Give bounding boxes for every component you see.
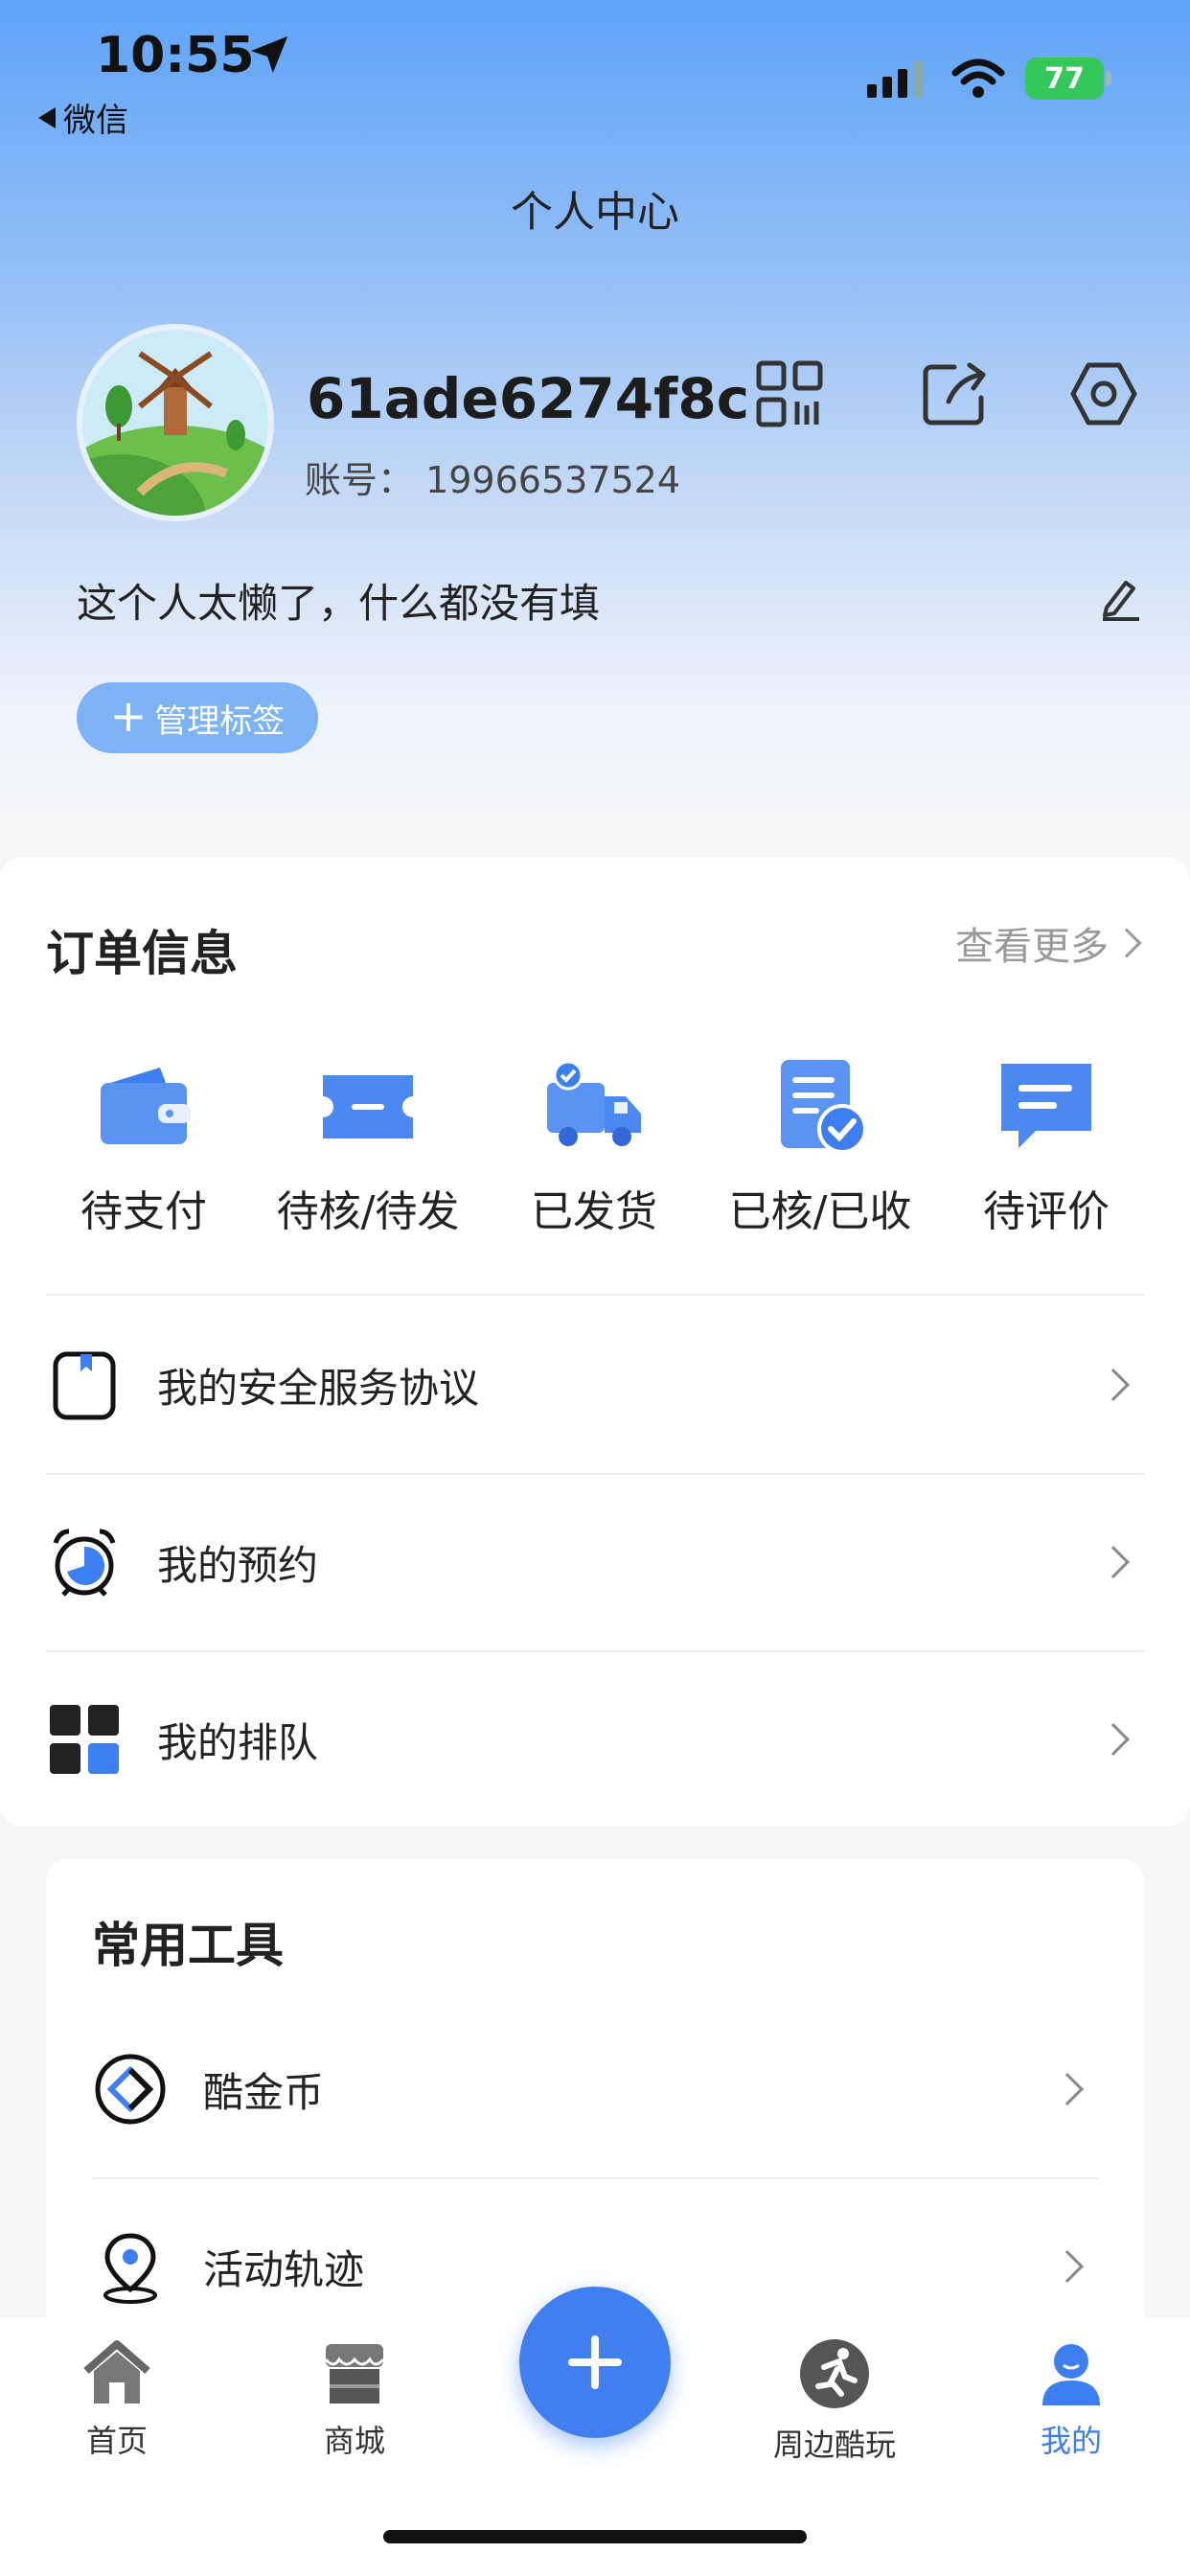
battery-level: 77	[1044, 61, 1085, 96]
back-to-wechat[interactable]: 微信	[38, 94, 128, 141]
tab-label: 周边酷玩	[772, 2426, 896, 2463]
ticket-icon	[323, 1075, 413, 1138]
divider	[46, 1650, 1144, 1652]
tab-home[interactable]: 首页	[40, 2336, 194, 2461]
wallet-icon	[101, 1068, 191, 1144]
divider	[46, 1294, 1144, 1296]
order-item-label: 已发货	[531, 1187, 657, 1236]
avatar[interactable]	[77, 324, 274, 521]
manage-tags-button[interactable]: + 管理标签	[77, 682, 318, 753]
chevron-right-icon	[1097, 1368, 1130, 1401]
status-time: 10:55	[96, 27, 255, 84]
queue-grid-icon	[50, 1705, 119, 1774]
qr-code-icon[interactable]	[755, 359, 824, 428]
wifi-icon	[951, 58, 1005, 98]
row-label: 我的安全服务协议	[157, 1364, 480, 1412]
order-item-label: 待核/待发	[276, 1187, 460, 1236]
comment-icon	[1001, 1064, 1091, 1148]
settings-icon[interactable]	[1069, 359, 1138, 428]
chevron-right-icon	[1051, 2073, 1084, 2105]
share-icon[interactable]	[920, 359, 989, 428]
row-my-queue[interactable]: 我的排队	[46, 1653, 1144, 1826]
manage-tags-label: 管理标签	[154, 702, 286, 741]
truck-icon	[547, 1060, 641, 1146]
row-security-agreement[interactable]: 我的安全服务协议	[46, 1299, 1144, 1471]
order-pending-payment[interactable]: 待支付	[29, 1054, 259, 1238]
username: 61ade6274f8c	[307, 366, 750, 431]
create-fab-button[interactable]	[519, 2287, 671, 2438]
order-item-label: 已核/已收	[728, 1187, 912, 1236]
row-label: 我的预约	[157, 1541, 319, 1589]
tab-label: 首页	[85, 2423, 148, 2459]
account-number: 账号： 19966537524	[305, 459, 681, 501]
location-icon	[103, 2233, 157, 2304]
see-more-link[interactable]: 查看更多	[955, 915, 1142, 971]
chevron-right-icon	[1111, 928, 1142, 958]
order-item-label: 待支付	[80, 1187, 207, 1236]
alarm-clock-icon	[53, 1529, 116, 1597]
cellular-signal-icon	[867, 61, 923, 98]
row-my-reservation[interactable]: 我的预约	[46, 1476, 1144, 1648]
tab-label: 我的	[1040, 2423, 1102, 2459]
agreement-icon	[53, 1351, 116, 1420]
plus-icon: +	[109, 690, 148, 742]
row-cool-coins[interactable]: 酷金币	[92, 2003, 1098, 2175]
order-item-label: 待评价	[983, 1187, 1110, 1236]
runner-icon	[800, 2339, 869, 2408]
chevron-right-icon	[1097, 1546, 1130, 1578]
back-label: 微信	[63, 102, 128, 140]
back-arrow-icon	[38, 106, 56, 128]
order-pending-verify[interactable]: 待核/待发	[253, 1054, 483, 1238]
divider	[92, 2177, 1098, 2179]
person-icon	[1042, 2344, 1100, 2405]
see-more-label: 查看更多	[955, 925, 1109, 969]
common-tools-title: 常用工具	[92, 1918, 284, 1973]
row-label: 我的排队	[157, 1718, 319, 1766]
chevron-right-icon	[1051, 2250, 1084, 2283]
order-info-title: 订单信息	[46, 926, 238, 981]
row-label: 酷金币	[203, 2068, 325, 2116]
order-shipped[interactable]: 已发货	[479, 1054, 709, 1238]
coin-icon	[95, 2054, 166, 2125]
page-title: 个人中心	[511, 188, 679, 237]
tab-nearby[interactable]: 周边酷玩	[758, 2334, 911, 2465]
tab-store[interactable]: 商城	[278, 2336, 431, 2461]
home-icon	[83, 2340, 150, 2404]
checked-document-icon	[781, 1060, 867, 1154]
row-label: 活动轨迹	[203, 2245, 365, 2293]
order-to-review[interactable]: 待评价	[931, 1054, 1161, 1238]
location-arrow-icon	[250, 35, 288, 74]
battery-icon: 77	[1025, 58, 1111, 100]
home-indicator	[383, 2530, 807, 2543]
divider	[46, 1473, 1144, 1475]
tab-label: 商城	[323, 2423, 385, 2459]
bio-text: 这个人太懒了，什么都没有填	[77, 580, 601, 627]
edit-icon[interactable]	[1097, 575, 1143, 621]
tab-mine[interactable]: 我的	[995, 2336, 1148, 2461]
order-received[interactable]: 已核/已收	[705, 1054, 935, 1238]
plus-icon	[568, 2335, 622, 2389]
chevron-right-icon	[1097, 1723, 1130, 1756]
order-info-card: 订单信息 查看更多 待支付 待核/待发 已发货 已核/已收 待评价 我的安全服务…	[0, 858, 1190, 1826]
store-icon	[324, 2344, 385, 2404]
